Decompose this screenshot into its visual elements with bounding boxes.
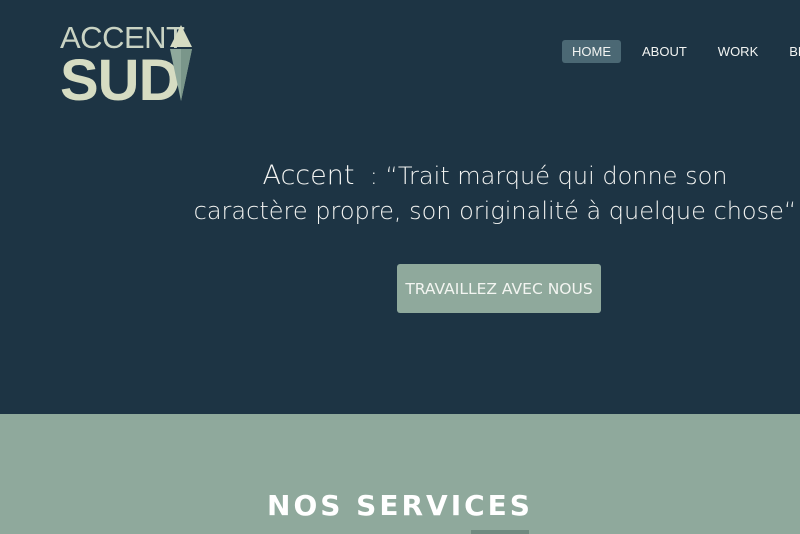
quote-line-2: caractère propre, son originalité à quel…	[193, 197, 797, 225]
quote-line-1: Accent : “Trait marqué qui donne son	[190, 158, 800, 194]
quote-word: Accent	[262, 160, 355, 191]
services-title-underline	[471, 530, 529, 534]
hero-quote: Accent : “Trait marqué qui donne son car…	[190, 158, 800, 229]
work-with-us-button[interactable]: TRAVAILLEZ AVEC NOUS	[397, 264, 601, 313]
services-title: NOS SERVICES	[267, 489, 533, 522]
nav-item-work[interactable]: WORK	[708, 40, 768, 63]
nav-item-home[interactable]: HOME	[562, 40, 621, 63]
logo[interactable]: ACCENT SUD	[60, 22, 200, 110]
main-nav: HOME ABOUT WORK BLOG	[562, 40, 800, 63]
logo-mark-icon	[170, 25, 192, 101]
nav-item-blog[interactable]: BLOG	[779, 40, 800, 63]
nav-item-about[interactable]: ABOUT	[632, 40, 697, 63]
services-section: NOS SERVICES	[0, 414, 800, 534]
logo-bottom-text: SUD	[60, 48, 180, 113]
hero-section: ACCENT SUD HOME ABOUT WORK BLOG Accent :…	[0, 0, 800, 414]
page: ACCENT SUD HOME ABOUT WORK BLOG Accent :…	[0, 0, 800, 534]
quote-line-1-text: : “Trait marqué qui donne son	[354, 162, 728, 190]
